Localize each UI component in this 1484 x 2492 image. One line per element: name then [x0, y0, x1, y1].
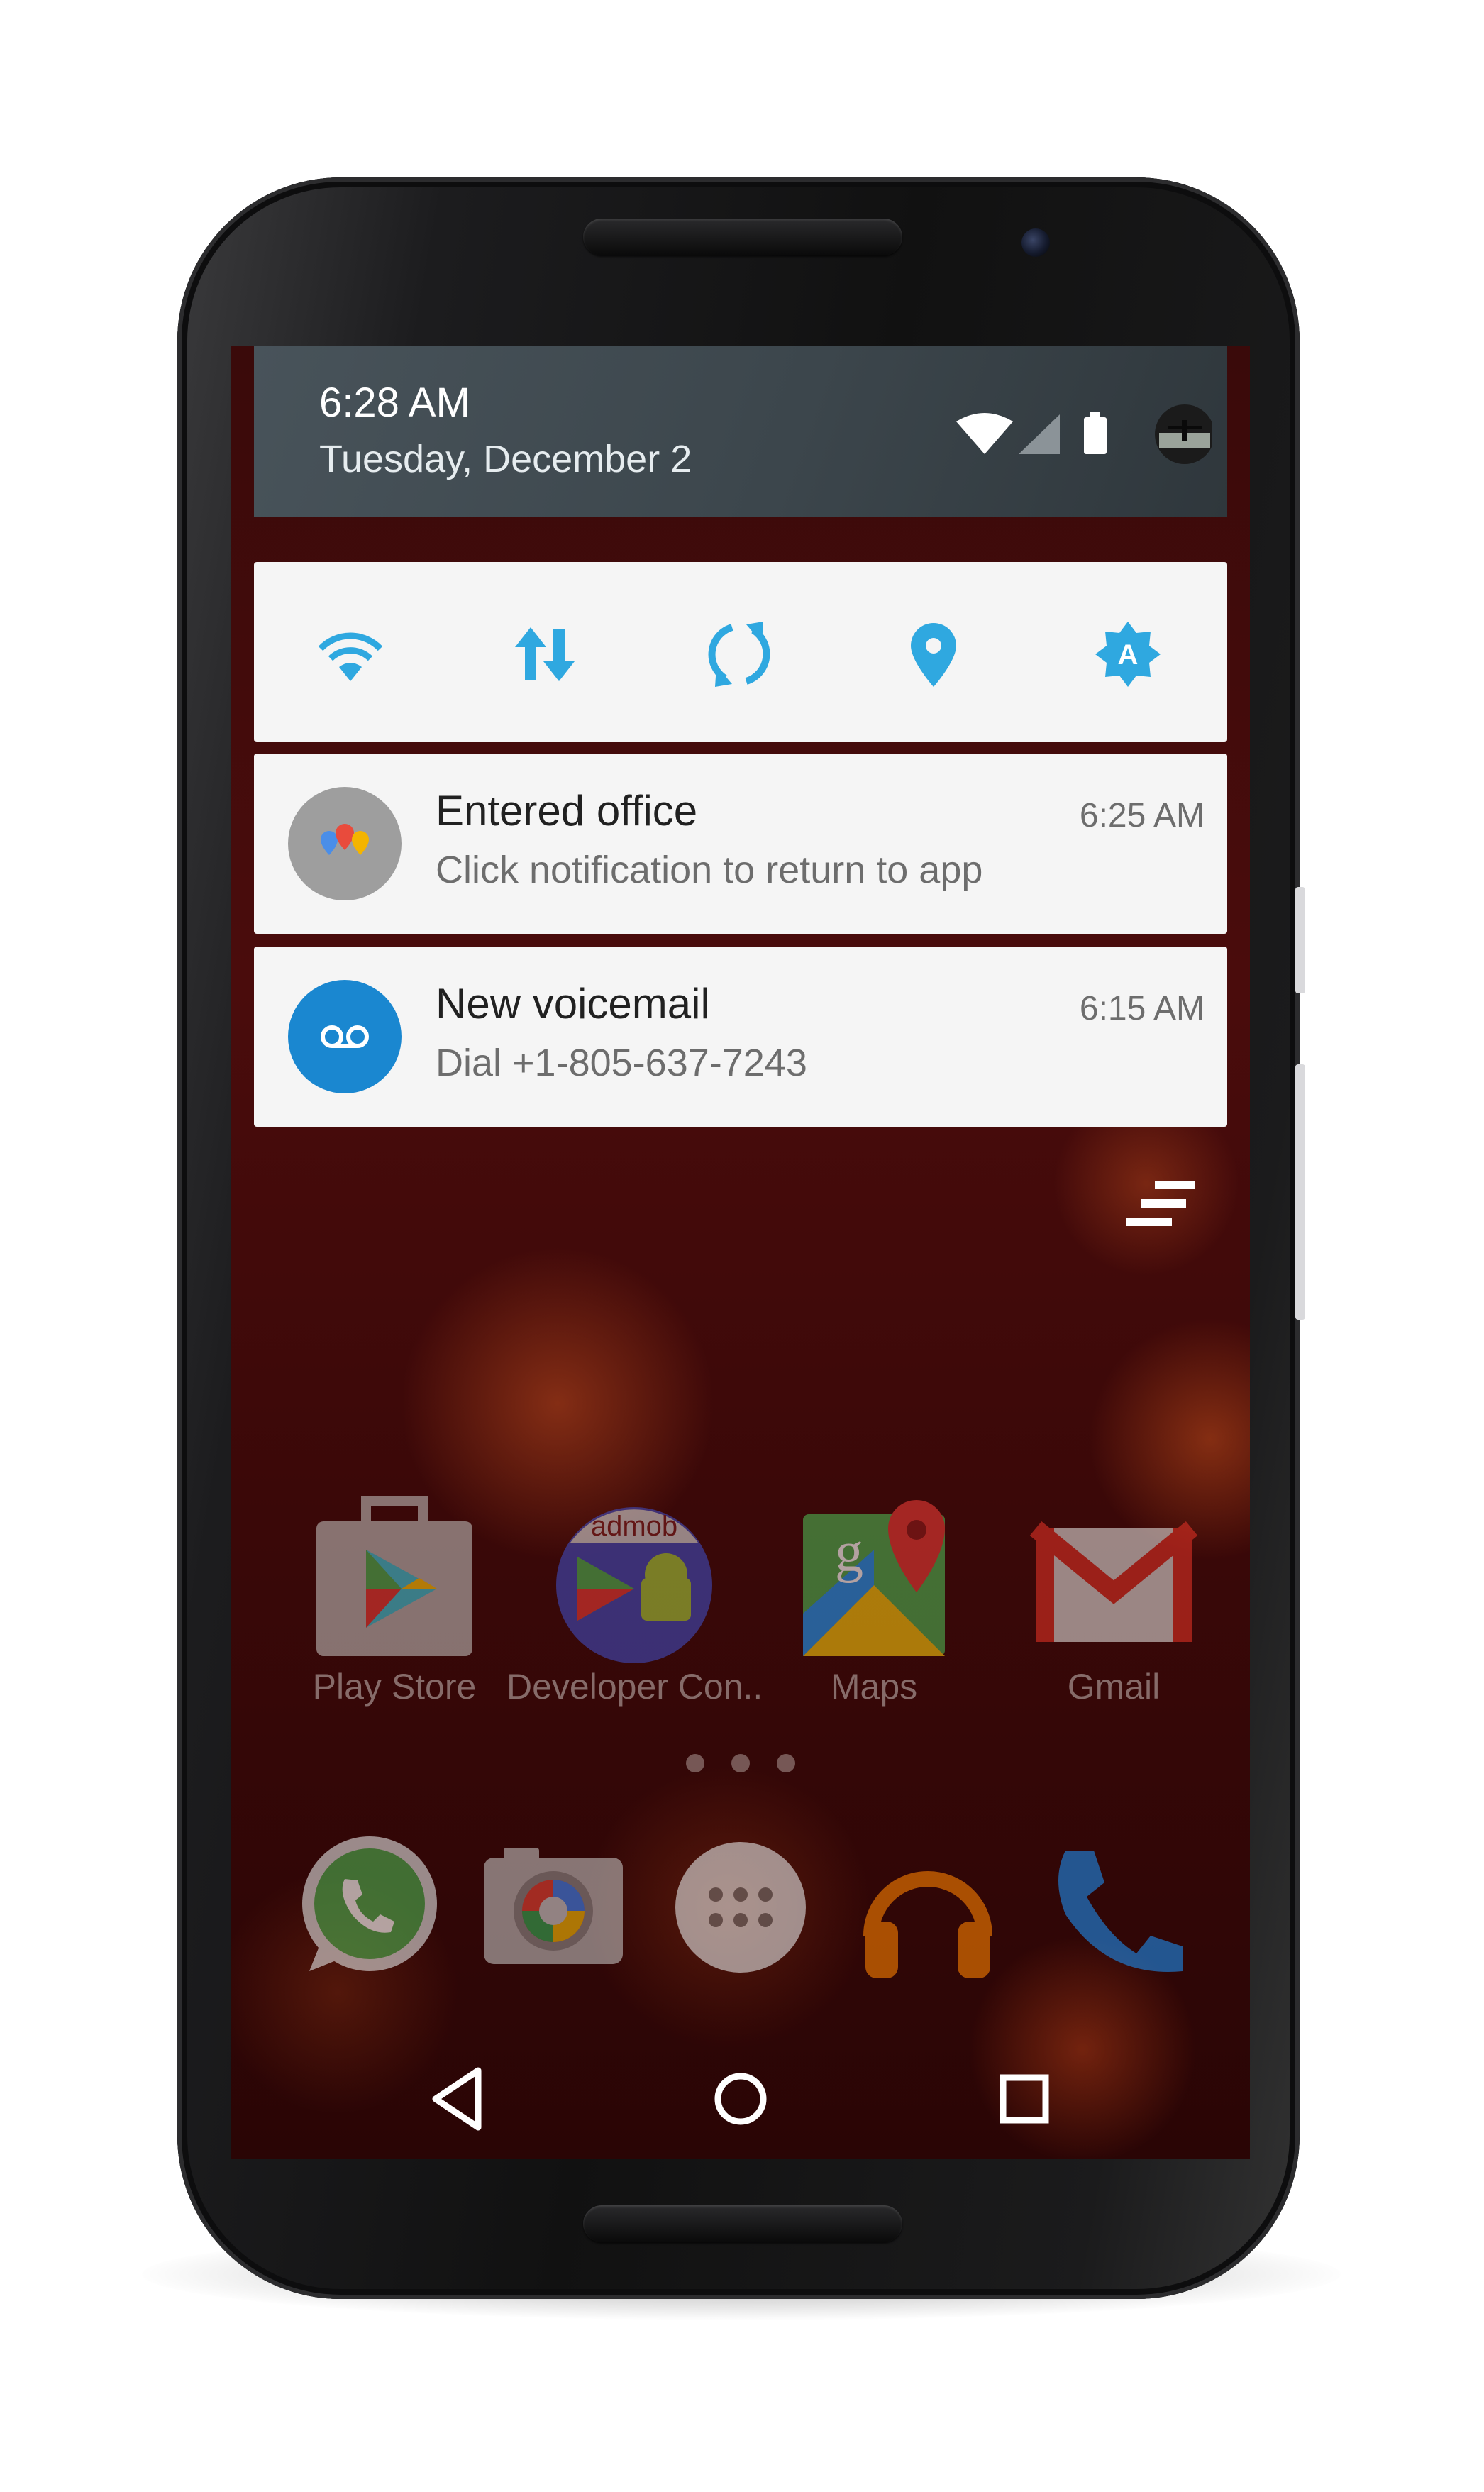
map-pins-icon — [321, 824, 369, 855]
home-button[interactable] — [698, 2056, 783, 2141]
notification-entered-office[interactable]: Entered office Click notification to ret… — [254, 754, 1227, 934]
power-button — [1295, 1064, 1305, 1320]
svg-text:A: A — [1118, 639, 1139, 671]
back-button[interactable] — [414, 2056, 499, 2141]
camera-icon[interactable] — [475, 1829, 631, 1985]
battery-icon — [1084, 412, 1107, 454]
notification-new-voicemail[interactable]: New voicemail Dial +1-805-637-7243 6:15 … — [254, 947, 1227, 1127]
location-pin-icon[interactable] — [898, 619, 969, 690]
notification-time: 6:15 AM — [1079, 990, 1205, 1027]
notification-icon-circle — [288, 980, 402, 1093]
notification-shade-header: 6:28 AM Tuesday, December 2 — [254, 346, 1227, 517]
notification-text: Click notification to return to app — [436, 849, 983, 891]
whatsapp-icon[interactable] — [288, 1829, 444, 1985]
svg-text:g: g — [835, 1521, 863, 1584]
page-indicator-dot — [777, 1754, 795, 1772]
page-indicator-dot — [686, 1754, 704, 1772]
app-label-gmail: Gmail — [1067, 1667, 1161, 1707]
maps-icon[interactable]: g — [768, 1472, 980, 1685]
rotate-icon[interactable] — [704, 619, 775, 690]
signal-icon — [1019, 414, 1060, 454]
gmail-icon[interactable] — [1007, 1472, 1220, 1685]
wifi-icon[interactable] — [315, 619, 386, 690]
play-store-icon[interactable] — [288, 1472, 501, 1685]
app-label-play-store: Play Store — [312, 1667, 477, 1707]
admob-developer-console-icon[interactable]: admob — [528, 1472, 741, 1685]
quick-settings-panel: A — [254, 562, 1227, 742]
app-drawer-icon[interactable] — [663, 1829, 819, 1985]
page-indicator-dot — [731, 1754, 750, 1772]
wifi-icon — [956, 413, 1013, 454]
notification-title: New voicemail — [436, 980, 710, 1027]
bottom-speaker — [583, 2205, 902, 2242]
notification-time: 6:25 AM — [1079, 797, 1205, 834]
top-speaker — [583, 219, 902, 255]
notification-text: Dial +1-805-637-7243 — [436, 1042, 807, 1084]
app-label-maps: Maps — [830, 1667, 918, 1707]
notification-title: Entered office — [436, 787, 698, 834]
data-arrows-icon[interactable] — [509, 619, 580, 690]
app-label-developer-console: Developer Con.. — [506, 1667, 763, 1707]
status-icons — [956, 404, 1212, 464]
brightness-auto-icon[interactable]: A — [1092, 619, 1163, 690]
volume-button — [1295, 887, 1305, 993]
profile-avatar — [1155, 404, 1212, 464]
voicemail-icon — [321, 1025, 369, 1048]
front-camera — [1021, 228, 1050, 257]
date: Tuesday, December 2 — [319, 438, 692, 480]
svg-text:admob: admob — [591, 1511, 677, 1542]
phone-screen: 6:28 AM Tuesday, December 2 A Entered of… — [231, 346, 1250, 2159]
clock: 6:28 AM — [319, 380, 470, 426]
recents-button[interactable] — [982, 2056, 1067, 2141]
play-music-icon[interactable] — [850, 1829, 1006, 1985]
notification-icon-circle — [288, 787, 402, 900]
phone-icon[interactable] — [1037, 1829, 1193, 1985]
clear-all-icon[interactable] — [1126, 1179, 1197, 1229]
